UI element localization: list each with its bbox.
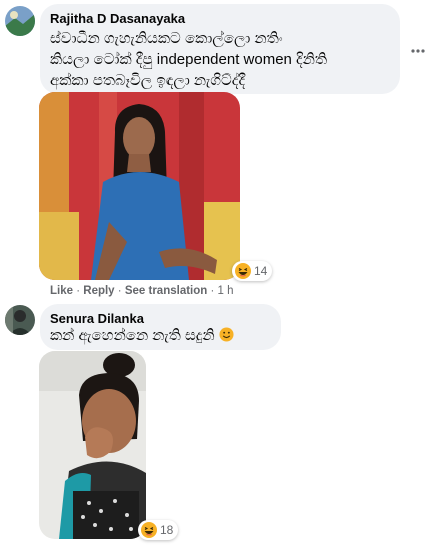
comment-text-line: ස්වාධීන ගැහැනියකට කොල්ලො නතිං xyxy=(50,30,283,47)
like-button[interactable]: Like xyxy=(50,285,73,297)
separator: · xyxy=(210,285,215,297)
smile-emoji-icon xyxy=(219,327,234,342)
comment-author[interactable]: Senura Dilanka xyxy=(50,311,144,326)
avatar[interactable] xyxy=(5,6,35,36)
timestamp[interactable]: 1 h xyxy=(218,285,234,297)
haha-reaction-icon xyxy=(235,263,251,279)
comment-bubble: Senura Dilanka කන් ඇහෙන්නෙ නැති සදුනි xyxy=(40,304,281,350)
comment-photo[interactable] xyxy=(39,92,240,280)
comment-author[interactable]: Rajitha D Dasanayaka xyxy=(50,11,185,26)
avatar[interactable] xyxy=(5,305,35,335)
comment-photo[interactable] xyxy=(39,351,146,539)
comment-actions: Like · Reply · See translation · 1 h xyxy=(50,285,234,297)
comment-text-line: අක්කා පතබෑවිල ඉඳලා නැගිට්ද්දී xyxy=(50,72,246,89)
comment-text: කන් ඇහෙන්නෙ නැති සදුනි xyxy=(50,326,234,346)
reply-button[interactable]: Reply xyxy=(83,285,114,297)
separator: · xyxy=(117,285,122,297)
reaction-count-value: 14 xyxy=(254,264,268,278)
comment-text-line: කියලා ටෝක් දීපු independent women දිනිති xyxy=(50,51,328,68)
reaction-count[interactable]: 18 xyxy=(138,520,179,540)
reaction-count-value: 18 xyxy=(160,523,174,537)
more-options-icon[interactable] xyxy=(411,37,425,58)
separator: · xyxy=(76,285,81,297)
comment-bubble: Rajitha D Dasanayaka ස්වාධීන ගැහැනියකට ක… xyxy=(40,4,400,94)
see-translation-link[interactable]: See translation xyxy=(125,285,207,297)
reaction-count[interactable]: 14 xyxy=(232,261,273,281)
haha-reaction-icon xyxy=(141,522,157,538)
